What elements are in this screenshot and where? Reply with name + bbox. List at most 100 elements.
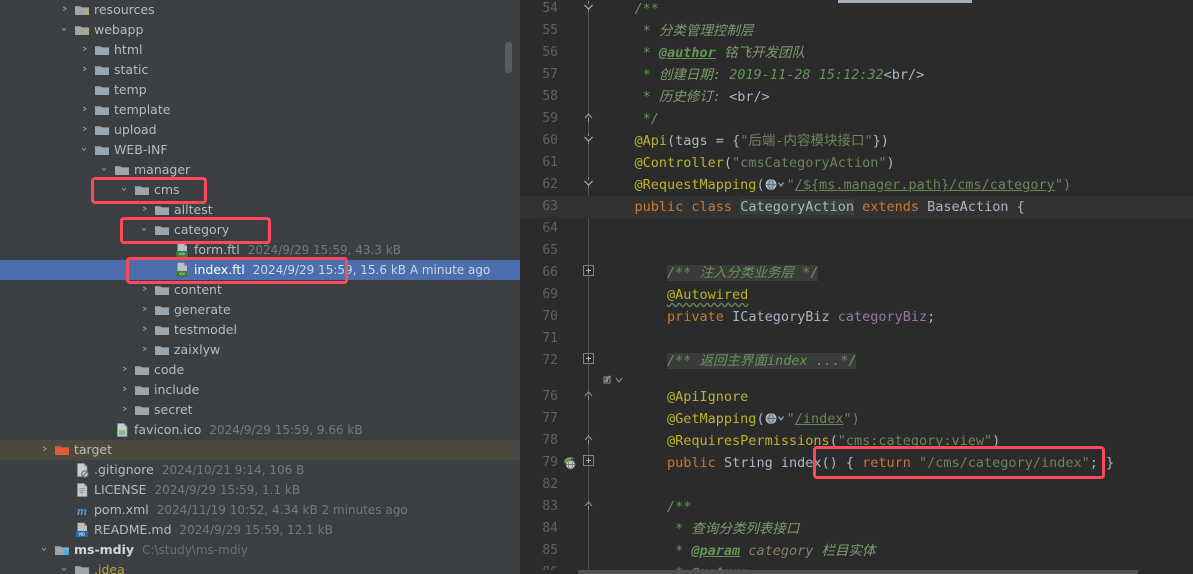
code-line[interactable]: 61 @Controller("cmsCategoryAction") bbox=[520, 152, 1193, 174]
code-line[interactable]: 77 @GetMapping("/index") bbox=[520, 408, 1193, 430]
code-line[interactable]: 84 * 查询分类列表接口 bbox=[520, 518, 1193, 540]
fold-collapse-icon[interactable] bbox=[582, 174, 594, 196]
fold-end-icon[interactable] bbox=[582, 496, 594, 518]
chevron-right-icon[interactable] bbox=[140, 345, 151, 356]
tree-folder-row[interactable]: target bbox=[0, 440, 520, 460]
code-line[interactable]: 58 * 历史修订: <br/> bbox=[520, 86, 1193, 108]
code-line[interactable]: 66 /** 注入分类业务层 */ bbox=[520, 262, 1193, 284]
tree-folder-row[interactable]: temp bbox=[0, 80, 520, 100]
fold-collapse-icon[interactable] bbox=[582, 0, 594, 20]
tree-folder-row[interactable]: upload bbox=[0, 120, 520, 140]
code-line[interactable]: 56 * @author 铭飞开发团队 bbox=[520, 42, 1193, 64]
chevron-right-icon[interactable] bbox=[120, 405, 131, 416]
tree-file-row[interactable]: .gitignore 2024/10/21 9:14, 106 B bbox=[0, 460, 520, 480]
chevron-down-icon[interactable] bbox=[140, 225, 151, 236]
code-line[interactable]: 79 public String index() { return "/cms/… bbox=[520, 452, 1193, 474]
fold-expand-icon[interactable] bbox=[582, 262, 594, 284]
tree-folder-row[interactable]: zaixlyw bbox=[0, 340, 520, 360]
code-line[interactable]: 60 @Api(tags = {"后端-内容模块接口"}) bbox=[520, 130, 1193, 152]
tree-item-label: target bbox=[74, 442, 113, 457]
chevron-down-icon[interactable] bbox=[120, 185, 131, 196]
tree-folder-row[interactable]: include bbox=[0, 380, 520, 400]
chevron-right-icon[interactable] bbox=[80, 105, 91, 116]
tree-folder-row[interactable]: category bbox=[0, 220, 520, 240]
chevron-down-icon[interactable] bbox=[100, 165, 111, 176]
code-line[interactable]: 83 /** bbox=[520, 496, 1193, 518]
tree-folder-row[interactable]: .idea bbox=[0, 560, 520, 574]
code-line[interactable]: 55 * 分类管理控制层 bbox=[520, 20, 1193, 42]
code-line[interactable]: 69 @Autowired bbox=[520, 284, 1193, 306]
code-line[interactable]: 70 private ICategoryBiz categoryBiz; bbox=[520, 306, 1193, 328]
fold-end-icon[interactable] bbox=[582, 108, 594, 130]
spring-web-mapping-icon[interactable] bbox=[562, 455, 578, 471]
tree-folder-row[interactable]: WEB-INF bbox=[0, 140, 520, 160]
tree-item-label: secret bbox=[154, 402, 193, 417]
tree-folder-row[interactable]: generate bbox=[0, 300, 520, 320]
chevron-down-icon[interactable] bbox=[60, 565, 71, 574]
code-line[interactable]: 62 @RequestMapping("/${ms.manager.path}/… bbox=[520, 174, 1193, 196]
tree-folder-row[interactable]: code bbox=[0, 360, 520, 380]
fold-expand-icon[interactable] bbox=[582, 452, 594, 474]
tree-folder-row[interactable]: alltest bbox=[0, 200, 520, 220]
chevron-right-icon[interactable] bbox=[120, 385, 131, 396]
tree-file-row[interactable]: LICENSE 2024/9/29 15:59, 1.1 kB bbox=[0, 480, 520, 500]
tree-folder-row[interactable]: testmodel bbox=[0, 320, 520, 340]
code-line[interactable]: 78 @RequiresPermissions("cms:category:vi… bbox=[520, 430, 1193, 452]
tree-folder-row[interactable]: resources bbox=[0, 0, 520, 20]
code-line[interactable]: 85 * @param category 栏目实体 bbox=[520, 540, 1193, 562]
chevron-down-icon[interactable] bbox=[80, 145, 91, 156]
fold-collapse-icon[interactable] bbox=[582, 130, 594, 152]
tree-file-row[interactable]: <> index.ftl 2024/9/29 15:59, 15.6 kB A mi… bbox=[0, 260, 520, 280]
fold-end-icon[interactable] bbox=[582, 430, 594, 452]
chevron-right-icon[interactable] bbox=[80, 125, 91, 136]
chevron-right-icon[interactable] bbox=[140, 325, 151, 336]
tree-item-meta: 2024/9/29 15:59, 43.3 kB bbox=[247, 243, 401, 257]
code-line[interactable]: 82 bbox=[520, 474, 1193, 496]
line-number: 64 bbox=[542, 221, 558, 236]
tree-folder-row[interactable]: cms bbox=[0, 180, 520, 200]
tree-file-row[interactable]: m pom.xml 2024/11/19 10:52, 4.34 kB 2 minu… bbox=[0, 500, 520, 520]
code-line[interactable]: 64 bbox=[520, 218, 1193, 240]
tree-file-row[interactable]: favicon.ico 2024/9/29 15:59, 9.66 kB bbox=[0, 420, 520, 440]
chevron-right-icon[interactable] bbox=[80, 65, 91, 76]
tree-folder-row[interactable]: template bbox=[0, 100, 520, 120]
tree-folder-row[interactable]: static bbox=[0, 60, 520, 80]
tree-folder-row[interactable]: manager bbox=[0, 160, 520, 180]
code-line[interactable]: 57 * 创建日期: 2019-11-28 15:12:32<br/> bbox=[520, 64, 1193, 86]
chevron-right-icon[interactable] bbox=[140, 285, 151, 296]
code-line[interactable]: 63 public class CategoryAction extends B… bbox=[520, 196, 1193, 218]
code-line[interactable]: 72 /** 返回主界面index ...*/ bbox=[520, 350, 1193, 372]
code-line[interactable]: 71 bbox=[520, 328, 1193, 350]
editor-area[interactable]: 54 /** 55 * 分类管理控制层 56 * @author 铭飞开发团队 57 … bbox=[520, 0, 1193, 574]
line-number: 84 bbox=[542, 521, 558, 536]
editor-horizontal-scrollbar[interactable] bbox=[520, 570, 1193, 574]
tree-folder-row[interactable]: html bbox=[0, 40, 520, 60]
code-line[interactable]: 65 bbox=[520, 240, 1193, 262]
code-line[interactable]: 54 /** bbox=[520, 0, 1193, 20]
code-line[interactable]: 76 @ApiIgnore bbox=[520, 386, 1193, 408]
project-tree[interactable]: resources webapp html static temp template upl… bbox=[0, 0, 520, 574]
fold-expand-icon[interactable] bbox=[582, 350, 594, 372]
fold-end-icon[interactable] bbox=[582, 386, 594, 408]
code-text: @RequiresPermissions("cms:category:view"… bbox=[667, 433, 1001, 449]
project-tree-scrollbar[interactable] bbox=[505, 42, 512, 73]
tree-folder-row[interactable]: webapp bbox=[0, 20, 520, 40]
chevron-right-icon[interactable] bbox=[120, 365, 131, 376]
inlay-hint-row[interactable] bbox=[520, 372, 1193, 386]
chevron-right-icon[interactable] bbox=[40, 445, 51, 456]
chevron-right-icon[interactable] bbox=[140, 205, 151, 216]
tree-file-row[interactable]: <> form.ftl 2024/9/29 15:59, 43.3 kB bbox=[0, 240, 520, 260]
code-text: private ICategoryBiz categoryBiz; bbox=[667, 309, 936, 325]
chevron-right-icon[interactable] bbox=[80, 45, 91, 56]
tree-folder-row[interactable]: secret bbox=[0, 400, 520, 420]
chevron-down-icon[interactable] bbox=[60, 25, 71, 36]
tree-folder-row[interactable]: ms-mdiy C:\study\ms-mdiy bbox=[0, 540, 520, 560]
tree-file-row[interactable]: MD README.md 2024/9/29 15:59, 12.1 kB bbox=[0, 520, 520, 540]
chevron-down-icon[interactable] bbox=[40, 545, 51, 556]
code-lines[interactable]: 54 /** 55 * 分类管理控制层 56 * @author 铭飞开发团队 57 … bbox=[520, 0, 1193, 574]
tree-folder-row[interactable]: content bbox=[0, 280, 520, 300]
code-line[interactable]: 59 */ bbox=[520, 108, 1193, 130]
project-tool-window[interactable]: resources webapp html static temp template upl… bbox=[0, 0, 520, 574]
chevron-right-icon[interactable] bbox=[60, 5, 71, 16]
chevron-right-icon[interactable] bbox=[140, 305, 151, 316]
